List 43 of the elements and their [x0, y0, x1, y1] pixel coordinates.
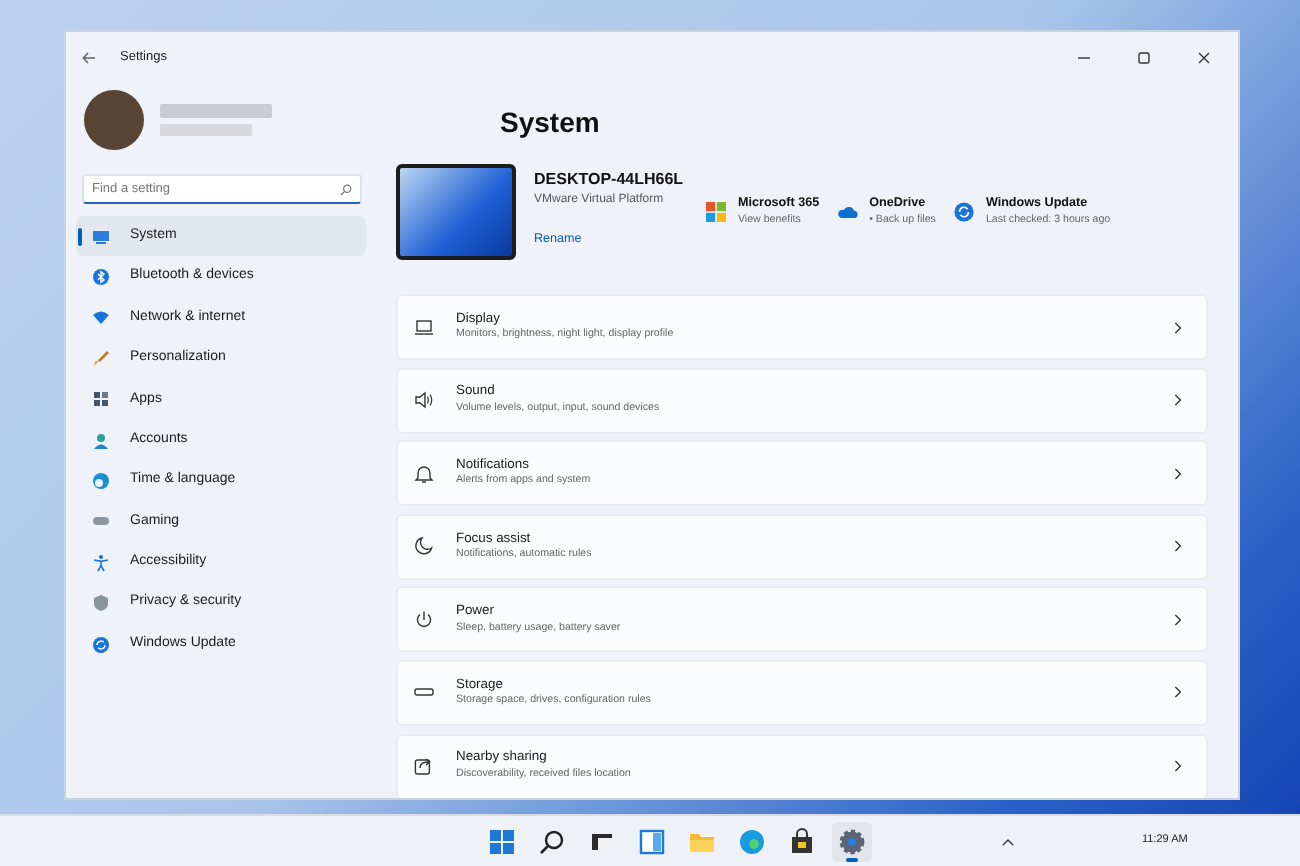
chevron-right-icon [1174, 467, 1182, 480]
search-icon [340, 183, 352, 195]
maximize-icon [1138, 51, 1150, 63]
sync-icon [953, 202, 974, 222]
minimize-icon [1078, 55, 1090, 59]
browser-icon [738, 827, 766, 855]
wifi-icon [92, 308, 110, 327]
device-wallpaper-thumbnail [396, 164, 516, 260]
speaker-icon [414, 390, 434, 411]
close-icon [1198, 51, 1210, 63]
laptop-icon [414, 317, 434, 337]
chevron-right-icon [1174, 321, 1182, 333]
apps-icon [92, 390, 110, 409]
four-squares-icon [706, 202, 726, 222]
chevron-right-icon [1174, 760, 1182, 773]
widgets-icon [638, 827, 666, 855]
avatar[interactable] [84, 90, 144, 150]
start-icon [488, 827, 516, 855]
shield-icon [92, 594, 110, 613]
page-title: System [500, 104, 602, 142]
cloud-icon [837, 202, 858, 222]
blurred-email [160, 124, 252, 136]
share-icon [414, 756, 434, 777]
person-icon [92, 431, 110, 450]
blurred-name [160, 104, 272, 118]
gamepad-icon [92, 512, 110, 531]
sync-icon [92, 635, 110, 654]
back-arrow-icon[interactable] [82, 51, 96, 63]
gear-icon [838, 827, 866, 855]
chevron-right-icon [1174, 394, 1182, 407]
bell-icon [414, 463, 434, 484]
chevron-right-icon [1174, 540, 1182, 553]
bluetooth-icon [92, 268, 110, 287]
paintbrush-icon [92, 349, 110, 368]
moon-icon [414, 536, 434, 557]
chevron-right-icon [1174, 613, 1182, 626]
device-name: DESKTOP-44LH66L [534, 167, 686, 191]
power-icon [414, 609, 434, 630]
chevron-up-icon[interactable] [1002, 837, 1014, 845]
search-icon [538, 827, 566, 855]
monitor-icon [92, 227, 110, 246]
accessibility-icon [92, 553, 110, 572]
chevron-right-icon [1174, 686, 1182, 699]
